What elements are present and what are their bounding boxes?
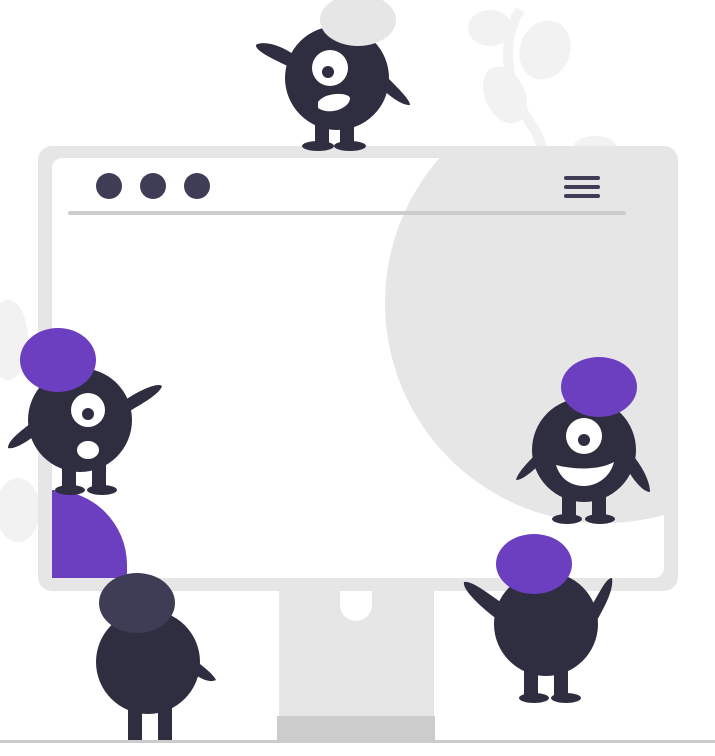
- creature-bottom-left: [96, 573, 216, 740]
- window-dot-1[interactable]: [96, 173, 122, 199]
- window-dot-2[interactable]: [140, 173, 166, 199]
- creature-top: [255, 0, 410, 151]
- monitor-stand-base: [277, 716, 435, 742]
- illustration: [0, 0, 715, 743]
- monitor-notch: [340, 588, 372, 621]
- hamburger-menu-icon[interactable]: [564, 176, 600, 198]
- window-dot-3[interactable]: [184, 173, 210, 199]
- floor-line: [0, 740, 715, 743]
- header-divider: [68, 211, 626, 215]
